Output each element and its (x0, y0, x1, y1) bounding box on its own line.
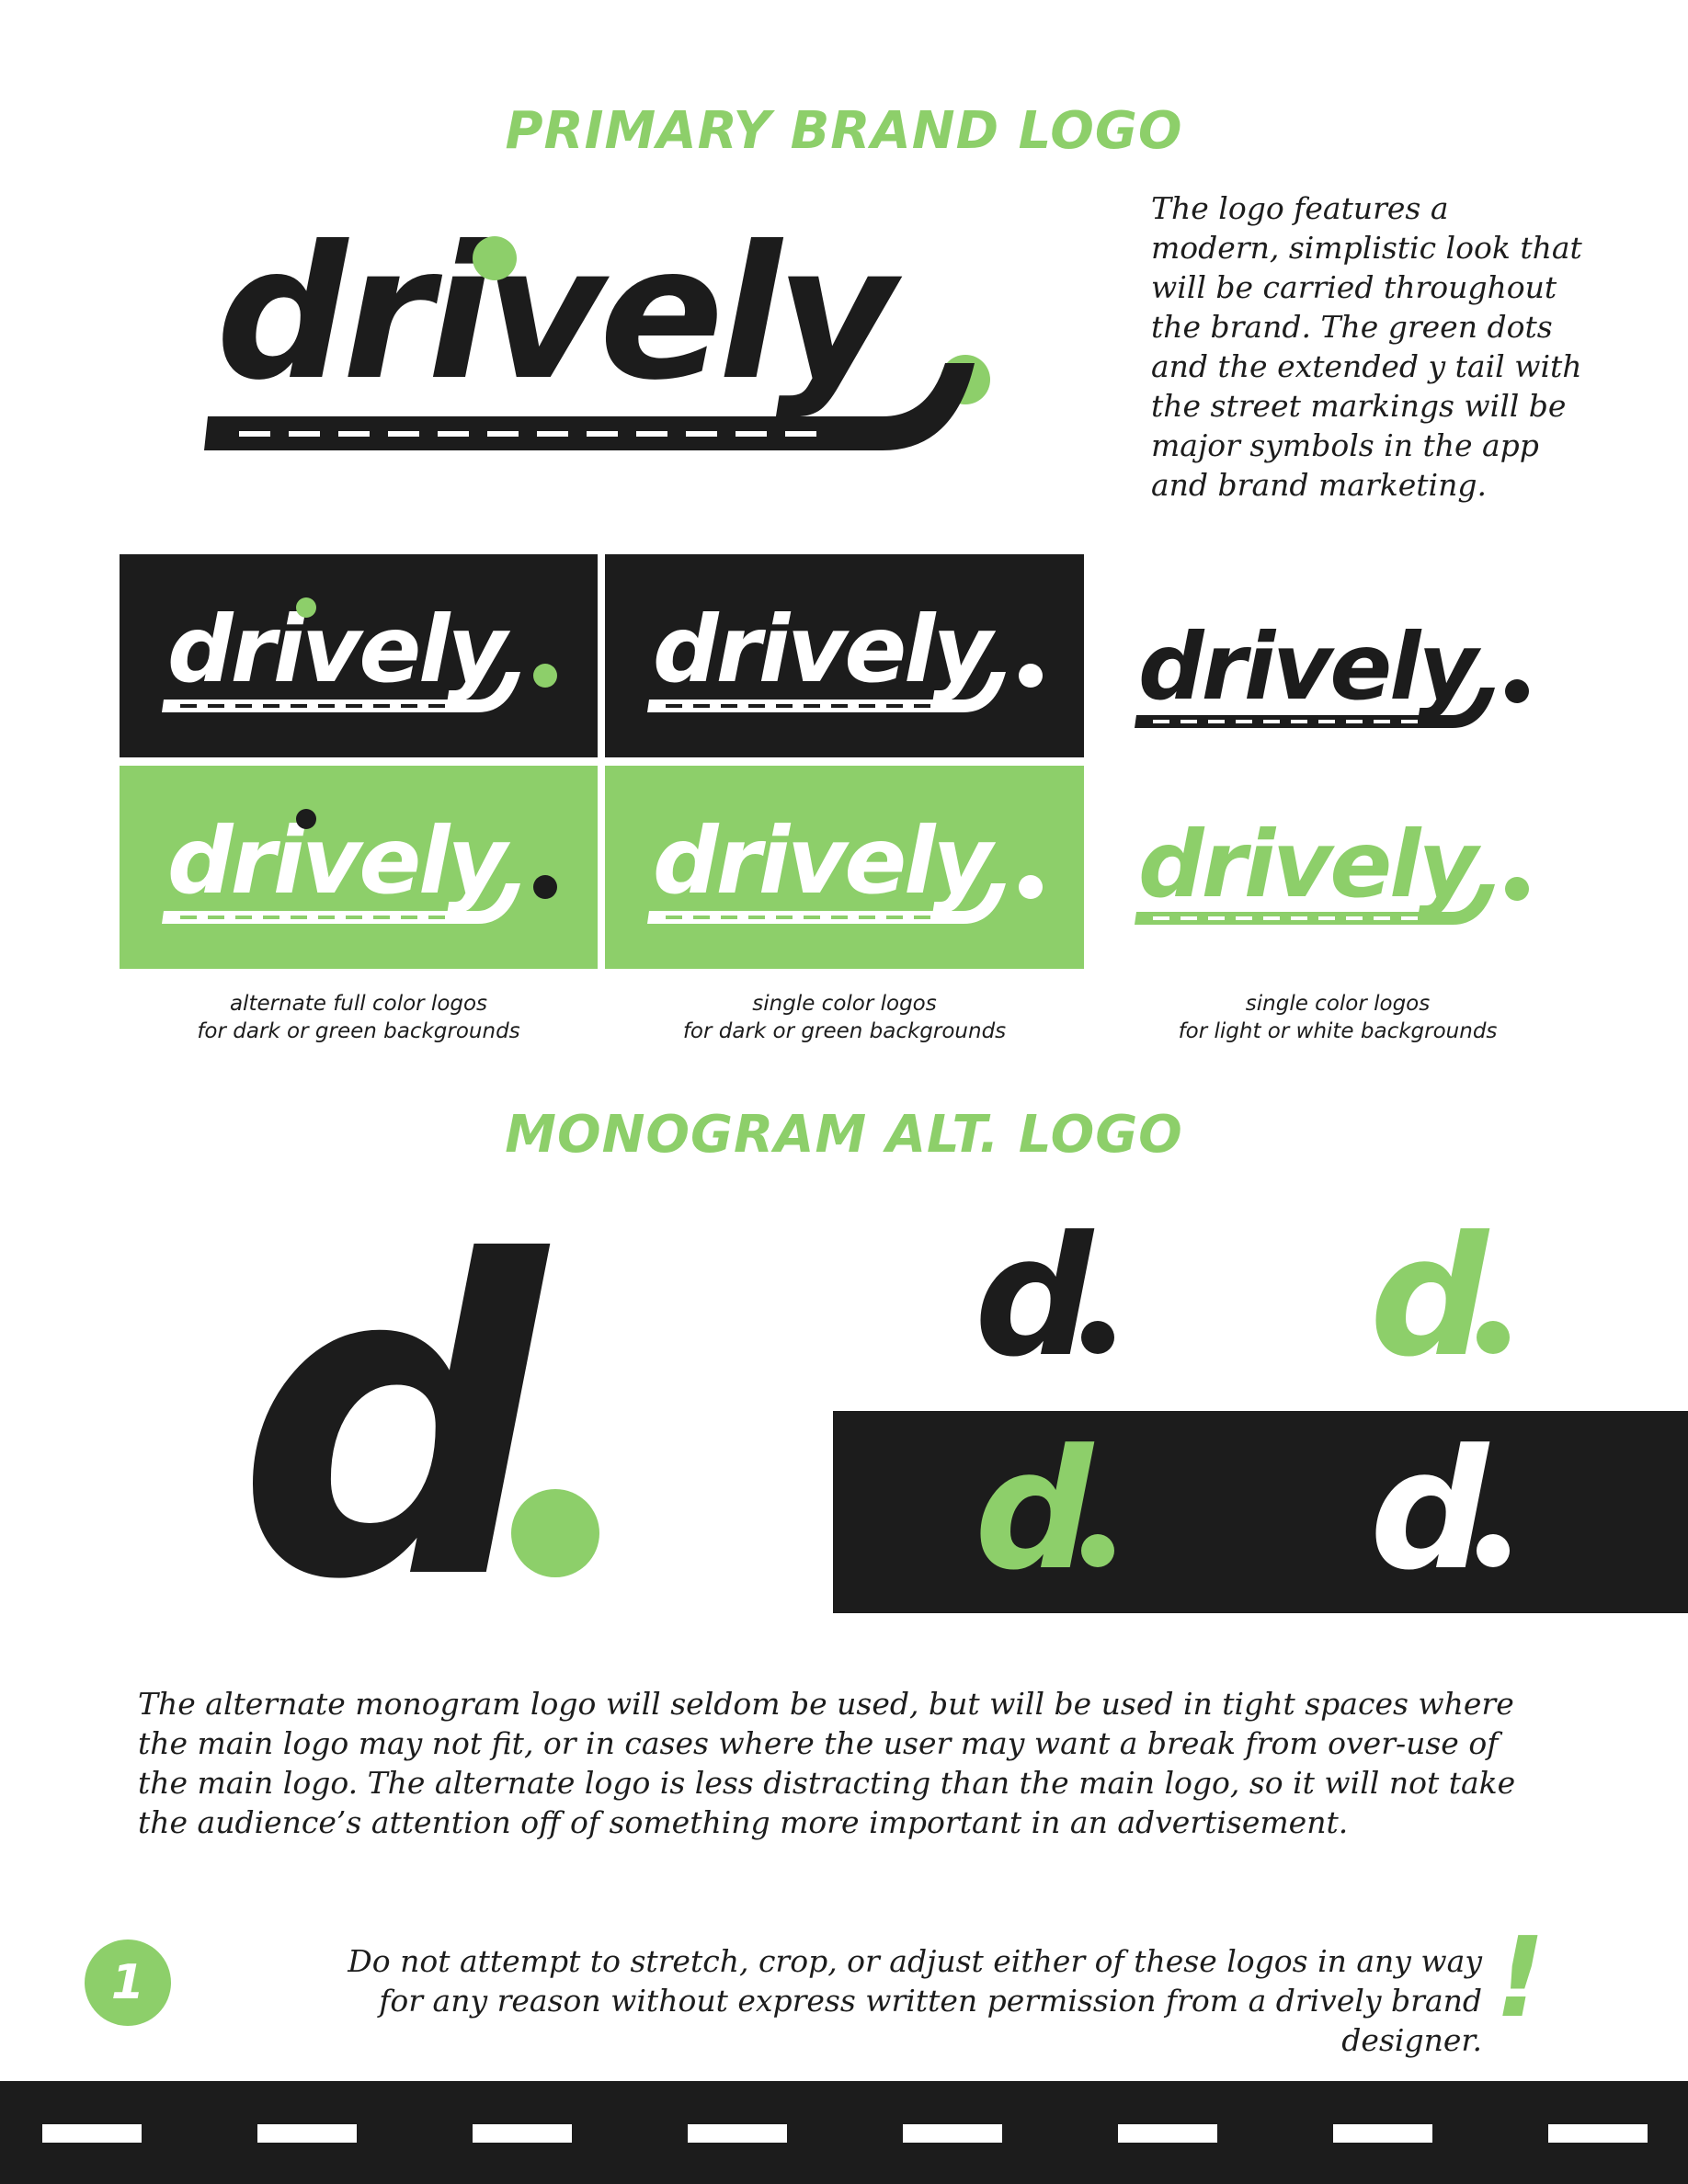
primary-description: The logo features a modern, simplistic l… (1151, 190, 1582, 503)
variant-period-dot (1019, 664, 1043, 688)
variant-green-full-color: drively (120, 766, 598, 969)
variant-period-dot (1505, 877, 1529, 901)
road-marking (1333, 2124, 1432, 2143)
monogram-description: The alternate monogram logo will seldom … (138, 1686, 1516, 1840)
variant-i-dot (296, 597, 316, 618)
monogram-letter: d (1370, 1218, 1490, 1365)
monogram-dot (1477, 1321, 1510, 1354)
road-marking (42, 2124, 142, 2143)
variant-period-dot (533, 875, 557, 899)
caption-single-color-light: single color logos for light or white ba… (1178, 992, 1498, 1043)
monogram-letter: d (1370, 1431, 1490, 1578)
road-marking (1548, 2124, 1648, 2143)
variant-wordmark: drively (653, 807, 996, 915)
monogram-letter: d (975, 1218, 1095, 1365)
monogram-letter: d (975, 1431, 1095, 1578)
monogram-dot (1081, 1534, 1114, 1567)
variant-light-green-logo: drively (1112, 800, 1591, 947)
variant-period-dot (1505, 679, 1529, 703)
road-marking (1118, 2124, 1217, 2143)
primary-logo: drively (202, 225, 1011, 464)
variant-wordmark: drively (167, 596, 510, 703)
monogram-dark-band: d d (833, 1411, 1688, 1613)
variant-i-dot (296, 809, 316, 829)
variant-green-single-color: drively (605, 766, 1084, 969)
variant-wordmark: drively (1138, 613, 1481, 721)
monogram-green-on-dark: d (973, 1431, 1138, 1578)
monogram-heading: MONOGRAM ALT. LOGO (505, 1105, 1183, 1165)
variant-period-dot (1019, 875, 1043, 899)
monogram-dark-on-white: d (973, 1218, 1138, 1365)
road-marking (473, 2124, 572, 2143)
page-number-badge: 1 (85, 1939, 171, 2026)
primary-wordmark: drively (216, 225, 903, 421)
road-marking (903, 2124, 1002, 2143)
variant-wordmark: drively (167, 807, 510, 915)
monogram-letter: d (237, 1223, 554, 1590)
variant-dark-single-color: drively (605, 554, 1084, 757)
primary-logo-heading: PRIMARY BRAND LOGO (505, 101, 1183, 161)
monogram-dot (511, 1489, 599, 1577)
monogram-dot (1081, 1321, 1114, 1354)
usage-warning: Do not attempt to stretch, crop, or adju… (348, 1943, 1482, 2058)
variant-light-dark-logo: drively (1112, 588, 1591, 735)
caption-full-color: alternate full color logos for dark or g… (197, 992, 520, 1043)
variant-period-dot (533, 664, 557, 688)
road-marking (688, 2124, 787, 2143)
warning-exclamation-icon: ! (1495, 1915, 1545, 2042)
variant-wordmark: drively (1138, 811, 1481, 918)
monogram-white-on-dark: d (1368, 1431, 1534, 1578)
variant-wordmark: drively (653, 596, 996, 703)
page-number: 1 (110, 1955, 145, 2010)
variant-dark-full-color: drively (120, 554, 598, 757)
monogram-dot (1477, 1534, 1510, 1567)
primary-i-dot (473, 236, 517, 280)
monogram-green-on-white: d (1368, 1218, 1534, 1365)
road-marking (257, 2124, 357, 2143)
caption-single-color-dark: single color logos for dark or green bac… (682, 992, 1007, 1043)
monogram-large: d (230, 1223, 616, 1590)
road-footer-bar (0, 2081, 1688, 2184)
